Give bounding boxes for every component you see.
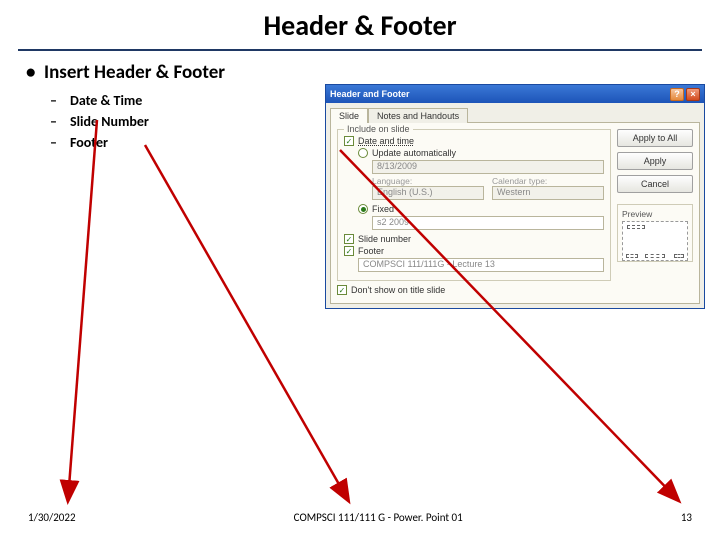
header-footer-dialog: Header and Footer ? × Slide Notes and Ha… (325, 84, 705, 309)
label-language: Language: (372, 176, 484, 186)
dialog-title: Header and Footer (330, 89, 410, 99)
label-calendar-type: Calendar type: (492, 176, 604, 186)
label-footer: Footer (358, 246, 384, 256)
dialog-titlebar[interactable]: Header and Footer ? × (326, 85, 704, 103)
slide-footer: 1/30/2022 COMPSCI 111/111 G - Power. Poi… (0, 511, 720, 524)
cancel-button[interactable]: Cancel (617, 175, 693, 193)
apply-button[interactable]: Apply (617, 152, 693, 170)
label-date-time: Date and time (358, 136, 414, 146)
apply-to-all-button[interactable]: Apply to All (617, 129, 693, 147)
close-icon[interactable]: × (686, 88, 700, 101)
checkbox-date-time[interactable]: ✓ (344, 136, 354, 146)
slide-title: Header & Footer (0, 0, 720, 43)
label-fixed: Fixed (372, 204, 394, 214)
radio-update-auto[interactable] (358, 148, 368, 158)
bullet-insert-header-footer: Insert Header & Footer (26, 61, 694, 84)
footer-center: COMPSCI 111/111 G - Power. Point 01 (294, 511, 463, 524)
checkbox-dont-show-title[interactable]: ✓ (337, 285, 347, 295)
preview-panel: Preview (617, 204, 693, 262)
preview-thumbnail (622, 221, 688, 261)
language-dropdown[interactable]: English (U.S.) (372, 186, 484, 200)
footer-date: 1/30/2022 (28, 511, 76, 524)
fixed-input[interactable]: s2 2009 (372, 216, 604, 230)
tab-slide[interactable]: Slide (330, 108, 368, 123)
group-title: Include on slide (344, 124, 413, 134)
include-on-slide-group: Include on slide ✓ Date and time Update … (337, 129, 611, 281)
label-dont-show-title: Don't show on title slide (351, 285, 445, 295)
checkbox-footer[interactable]: ✓ (344, 246, 354, 256)
tab-notes-handouts[interactable]: Notes and Handouts (368, 108, 468, 123)
footer-page-number: 13 (681, 511, 692, 524)
help-icon[interactable]: ? (670, 88, 684, 101)
date-dropdown[interactable]: 8/13/2009 (372, 160, 604, 174)
preview-label: Preview (622, 209, 688, 219)
radio-fixed[interactable] (358, 204, 368, 214)
footer-input[interactable]: COMPSCI 111/111G - Lecture 13 (358, 258, 604, 272)
checkbox-slide-number[interactable]: ✓ (344, 234, 354, 244)
label-update-auto: Update automatically (372, 148, 456, 158)
calendar-dropdown[interactable]: Western (492, 186, 604, 200)
label-slide-number: Slide number (358, 234, 411, 244)
